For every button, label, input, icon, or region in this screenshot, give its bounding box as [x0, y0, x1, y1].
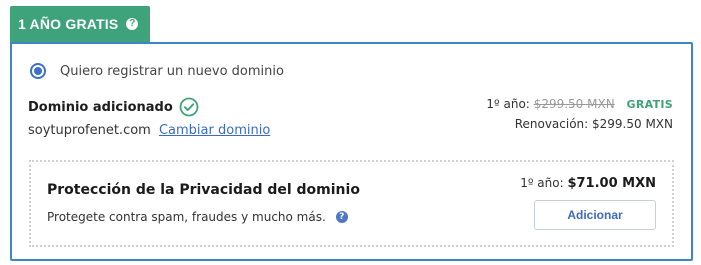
privacy-price-value: $71.00 MXN	[567, 176, 656, 191]
first-year-price: 1º año: $299.50 MXN GRATIS	[486, 97, 673, 111]
domain-status: Dominio adicionado	[28, 97, 199, 117]
check-circle-icon	[179, 97, 199, 117]
free-label: GRATIS	[626, 98, 673, 111]
domain-name: soytuprofenet.com	[28, 123, 151, 138]
privacy-title: Protección de la Privacidad del dominio	[47, 182, 360, 198]
privacy-description: Protegete contra spam, fraudes y mucho m…	[47, 210, 326, 224]
radio-button[interactable]	[30, 63, 46, 79]
question-icon[interactable]: ?	[126, 18, 139, 30]
domain-status-label: Dominio adicionado	[28, 99, 173, 115]
badge-label: 1 AÑO GRATIS	[18, 16, 119, 32]
privacy-protection-box: Protección de la Privacidad del dominio …	[29, 160, 674, 247]
change-domain-link[interactable]: Cambiar dominio	[159, 123, 270, 138]
renewal-price: Renovación: $299.50 MXN	[514, 117, 673, 131]
domain-card: Quiero registrar un nuevo dominio Domini…	[10, 42, 693, 261]
register-domain-label: Quiero registrar un nuevo dominio	[60, 63, 284, 79]
first-year-label: 1º año:	[486, 97, 530, 111]
radio-selected-dot	[34, 67, 42, 75]
original-price: $299.50 MXN	[533, 97, 615, 111]
question-icon[interactable]: ?	[335, 211, 348, 223]
privacy-price-label: 1º año:	[520, 176, 564, 190]
free-year-badge: 1 AÑO GRATIS ?	[10, 6, 150, 42]
register-domain-option[interactable]: Quiero registrar un nuevo dominio	[30, 63, 284, 79]
privacy-price: 1º año: $71.00 MXN	[520, 176, 656, 191]
add-privacy-button[interactable]: Adicionar	[534, 200, 656, 230]
domain-name-row: soytuprofenet.com Cambiar dominio	[28, 123, 270, 138]
privacy-description-row: Protegete contra spam, fraudes y mucho m…	[47, 210, 348, 224]
